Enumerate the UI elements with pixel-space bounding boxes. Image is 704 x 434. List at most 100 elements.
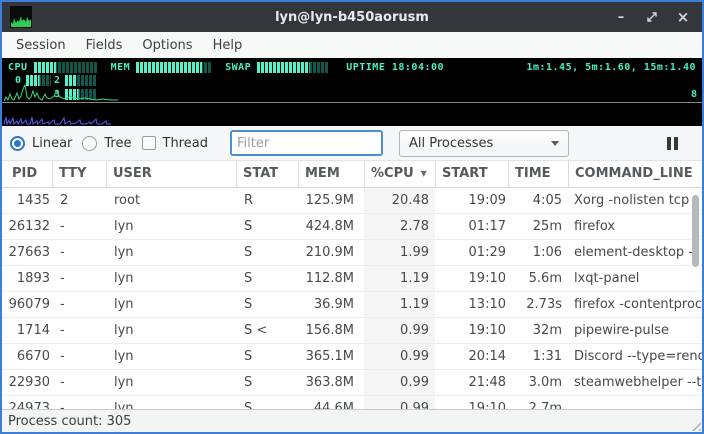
cell-pid: 26132 xyxy=(6,214,52,239)
cell-cmd xyxy=(568,396,702,409)
cell-time: 32m xyxy=(508,318,568,343)
vertical-scrollbar-thumb[interactable] xyxy=(692,195,699,267)
thread-checkbox[interactable] xyxy=(142,136,156,150)
cell-user: root xyxy=(106,188,236,213)
menu-fields[interactable]: Fields xyxy=(76,35,133,56)
table-row[interactable]: 6670-lynS365.1M0.9920:141:31Discord --ty… xyxy=(2,344,702,370)
thread-label: Thread xyxy=(163,136,208,151)
close-button[interactable]: × xyxy=(676,10,690,24)
column-header-time[interactable]: TIME xyxy=(508,161,568,187)
table-row[interactable]: 96079-lynS36.9M1.1913:102.73sfirefox -co… xyxy=(2,292,702,318)
cell-cpu: 2.78 xyxy=(364,214,435,239)
column-header-start[interactable]: START xyxy=(435,161,508,187)
view-toolbar: Linear Tree Thread All Processes xyxy=(2,126,702,161)
cell-stat: S xyxy=(236,370,298,395)
cell-pid: 27663 xyxy=(6,240,52,265)
cell-stat: R xyxy=(236,188,298,213)
cell-user: lyn xyxy=(106,266,236,291)
column-header-mem[interactable]: MEM xyxy=(298,161,364,187)
monitor-divider xyxy=(2,102,702,103)
cell-mem: 365.1M xyxy=(298,344,364,369)
cell-stat: S < xyxy=(236,318,298,343)
column-header-stat[interactable]: STAT xyxy=(236,161,298,187)
uptime-display: UPTIME 18:04:00 xyxy=(346,62,444,73)
cell-user: lyn xyxy=(106,318,236,343)
column-header-user[interactable]: USER xyxy=(106,161,236,187)
cell-cmd: firefox xyxy=(568,214,702,239)
minimize-button[interactable]: – xyxy=(614,10,628,24)
linear-label: Linear xyxy=(32,136,72,151)
app-icon xyxy=(10,6,32,28)
column-header-cpu[interactable]: %CPU▼ xyxy=(364,161,435,187)
cpu-history-graph xyxy=(4,82,119,102)
cell-time: 5.6m xyxy=(508,266,568,291)
process-filter-value: All Processes xyxy=(409,136,493,151)
cell-time: 1:31 xyxy=(508,344,568,369)
cell-stat: S xyxy=(236,292,298,317)
cell-start: 19:10 xyxy=(435,396,508,409)
cpu-label: CPU xyxy=(8,62,28,73)
column-header-tty[interactable]: TTY xyxy=(52,161,106,187)
status-bar: Process count: 305 xyxy=(2,409,702,432)
restore-button[interactable] xyxy=(645,10,659,24)
column-header-command-line[interactable]: COMMAND_LINE xyxy=(568,161,702,187)
table-row[interactable]: 1893-lynS112.8M1.1919:105.6mlxqt-panel xyxy=(2,266,702,292)
table-row[interactable]: 26132-lynS424.8M2.7801:1725mfirefox xyxy=(2,214,702,240)
cell-user: lyn xyxy=(106,292,236,317)
cell-cmd: pipewire-pulse xyxy=(568,318,702,343)
cell-cpu: 20.48 xyxy=(364,188,435,213)
cell-mem: 156.8M xyxy=(298,318,364,343)
table-row[interactable]: 24973-lynS44.6M0.9919:102.7m xyxy=(2,396,702,409)
tree-radio-option[interactable]: Tree xyxy=(82,136,131,151)
cell-start: 01:29 xyxy=(435,240,508,265)
cell-stat: S xyxy=(236,266,298,291)
cell-cmd: firefox -contentproc xyxy=(568,292,702,317)
monitor-summary-line: CPU MEM SWAP UPTIME 18:04:00 1m:1.45, 5m… xyxy=(8,62,696,73)
tree-label: Tree xyxy=(104,136,131,151)
pause-button[interactable] xyxy=(667,137,678,150)
cell-start: 21:48 xyxy=(435,370,508,395)
cell-cmd: Discord --type=rend xyxy=(568,344,702,369)
chevron-down-icon xyxy=(551,141,559,146)
tree-radio[interactable] xyxy=(82,136,97,151)
cell-cpu: 1.19 xyxy=(364,292,435,317)
system-monitor-band: CPU MEM SWAP UPTIME 18:04:00 1m:1.45, 5m… xyxy=(2,58,702,126)
filter-input[interactable] xyxy=(230,130,383,156)
cell-cpu: 1.99 xyxy=(364,240,435,265)
thread-checkbox-option[interactable]: Thread xyxy=(142,136,208,151)
menu-options[interactable]: Options xyxy=(132,35,202,56)
cell-mem: 36.9M xyxy=(298,292,364,317)
cell-tty: - xyxy=(52,240,106,265)
cell-stat: S xyxy=(236,344,298,369)
process-filter-dropdown[interactable]: All Processes xyxy=(399,130,569,157)
linear-radio[interactable] xyxy=(10,136,25,151)
cell-time: 25m xyxy=(508,214,568,239)
cell-time: 1:06 xyxy=(508,240,568,265)
table-row[interactable]: 14352rootR125.9M20.4819:094:05Xorg -noli… xyxy=(2,188,702,214)
aux-history-graph xyxy=(4,111,112,125)
window-controls: – × xyxy=(614,10,690,24)
load-averages-display: 1m:1.45, 5m:1.60, 15m:1.40 xyxy=(526,62,696,73)
menu-help[interactable]: Help xyxy=(203,35,253,56)
cell-tty: - xyxy=(52,370,106,395)
cell-pid: 96079 xyxy=(6,292,52,317)
column-header-pid[interactable]: PID xyxy=(6,161,52,187)
mem-label: MEM xyxy=(111,62,131,73)
cell-start: 19:09 xyxy=(435,188,508,213)
table-row[interactable]: 1714-lynS <156.8M0.9919:1032mpipewire-pu… xyxy=(2,318,702,344)
linear-radio-option[interactable]: Linear xyxy=(10,136,72,151)
cell-mem: 112.8M xyxy=(298,266,364,291)
cell-pid: 22930 xyxy=(6,370,52,395)
cell-pid: 1893 xyxy=(6,266,52,291)
cell-time: 2.7m xyxy=(508,396,568,409)
menu-session[interactable]: Session xyxy=(6,35,76,56)
process-count-text: Process count: 305 xyxy=(8,414,131,429)
menu-bar: Session Fields Options Help xyxy=(2,32,702,58)
cell-cmd: Xorg -nolisten tcp - xyxy=(568,188,702,213)
cell-cpu: 1.19 xyxy=(364,266,435,291)
mem-meter xyxy=(135,62,211,73)
table-row[interactable]: 27663-lynS210.9M1.9901:291:06element-des… xyxy=(2,240,702,266)
table-row[interactable]: 22930-lynS363.8M0.9921:483.0msteamwebhel… xyxy=(2,370,702,396)
resize-grip[interactable] xyxy=(688,418,701,431)
cell-tty: - xyxy=(52,318,106,343)
